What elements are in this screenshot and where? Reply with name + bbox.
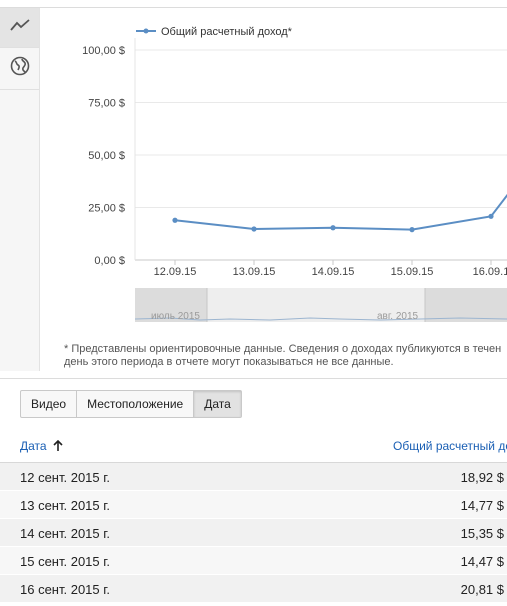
- x-tick-label: 13.09.15: [233, 266, 276, 278]
- x-tick-label: 14.09.15: [312, 266, 355, 278]
- table-header: Дата Общий расчетный дох: [0, 430, 507, 463]
- navigator-label-july: июль 2015: [151, 311, 200, 322]
- row-revenue: 14,77 $: [460, 498, 504, 513]
- legend-marker: [143, 28, 149, 34]
- dimension-tabs: Видео Местоположение Дата: [20, 390, 242, 418]
- y-tick-label: 75,00 $: [88, 98, 125, 110]
- row-date: 16 сент. 2015 г.: [20, 582, 111, 597]
- line-chart-button[interactable]: [0, 8, 39, 48]
- y-axis-labels: 100,00 $ 75,00 $ 50,00 $ 25,00 $ 0,00 $: [82, 45, 125, 267]
- revenue-column-header[interactable]: Общий расчетный дох: [393, 439, 507, 453]
- row-revenue: 14,47 $: [460, 554, 504, 569]
- table-row: 14 сент. 2015 г. 15,35 $: [0, 519, 507, 547]
- navigator-label-aug: авг. 2015: [377, 311, 419, 322]
- data-point: [172, 217, 178, 223]
- row-date: 15 сент. 2015 г.: [20, 554, 111, 569]
- data-point: [251, 226, 257, 232]
- row-date: 12 сент. 2015 г.: [20, 470, 111, 485]
- x-axis-labels: 12.09.15 13.09.15 14.09.15 15.09.15 16.09.1: [154, 266, 507, 278]
- series-line: [174, 193, 507, 231]
- x-tick-label: 15.09.15: [391, 266, 434, 278]
- y-tick-label: 100,00 $: [82, 45, 125, 57]
- row-date: 14 сент. 2015 г.: [20, 526, 111, 541]
- table-divider: [0, 378, 507, 379]
- row-date: 13 сент. 2015 г.: [20, 498, 111, 513]
- data-point: [488, 213, 494, 219]
- table-row: 13 сент. 2015 г. 14,77 $: [0, 491, 507, 519]
- x-tick-label: 12.09.15: [154, 266, 197, 278]
- chart-legend: Общий расчетный доход*: [136, 26, 293, 38]
- estimated-data-footnote: * Представлены ориентировочные данные. С…: [64, 343, 507, 369]
- data-point: [409, 227, 415, 233]
- y-tick-label: 25,00 $: [88, 203, 125, 215]
- table-row: 12 сент. 2015 г. 18,92 $: [0, 463, 507, 491]
- sort-ascending-icon: [53, 440, 63, 451]
- y-tick-label: 50,00 $: [88, 150, 125, 162]
- tab-video[interactable]: Видео: [21, 391, 78, 417]
- range-navigator[interactable]: июль 2015 авг. 2015: [134, 288, 507, 322]
- table-body: 12 сент. 2015 г. 18,92 $ 13 сент. 2015 г…: [0, 463, 507, 603]
- row-revenue: 18,92 $: [460, 470, 504, 485]
- date-column-header[interactable]: Дата: [20, 439, 63, 453]
- legend-label: Общий расчетный доход*: [161, 26, 293, 38]
- row-revenue: 20,81 $: [460, 582, 504, 597]
- chart-tools-sidebar: [0, 8, 40, 371]
- revenue-line-chart: 100,00 $ 75,00 $ 50,00 $ 25,00 $ 0,00 $ 12.0…: [82, 26, 507, 322]
- navigator-right-mask: [425, 288, 507, 322]
- footnote-line-1: * Представлены ориентировочные данные. С…: [64, 343, 502, 355]
- table-row: 16 сент. 2015 г. 20,81 $: [0, 575, 507, 603]
- map-view-button[interactable]: [0, 48, 39, 90]
- chart-gridlines: [134, 38, 507, 265]
- data-point: [330, 225, 336, 231]
- date-column-label: Дата: [20, 439, 47, 453]
- chart-series: [172, 193, 507, 233]
- table-row: 15 сент. 2015 г. 14,47 $: [0, 547, 507, 575]
- row-revenue: 15,35 $: [460, 526, 504, 541]
- tab-date[interactable]: Дата: [194, 391, 241, 417]
- footnote-line-2: день этого периода в отчете могут показы…: [64, 356, 394, 368]
- line-chart-icon: [9, 18, 30, 37]
- y-tick-label: 0,00 $: [94, 255, 125, 267]
- x-tick-label: 16.09.1: [473, 266, 507, 278]
- tab-location[interactable]: Местоположение: [77, 391, 195, 417]
- globe-icon: [10, 56, 30, 81]
